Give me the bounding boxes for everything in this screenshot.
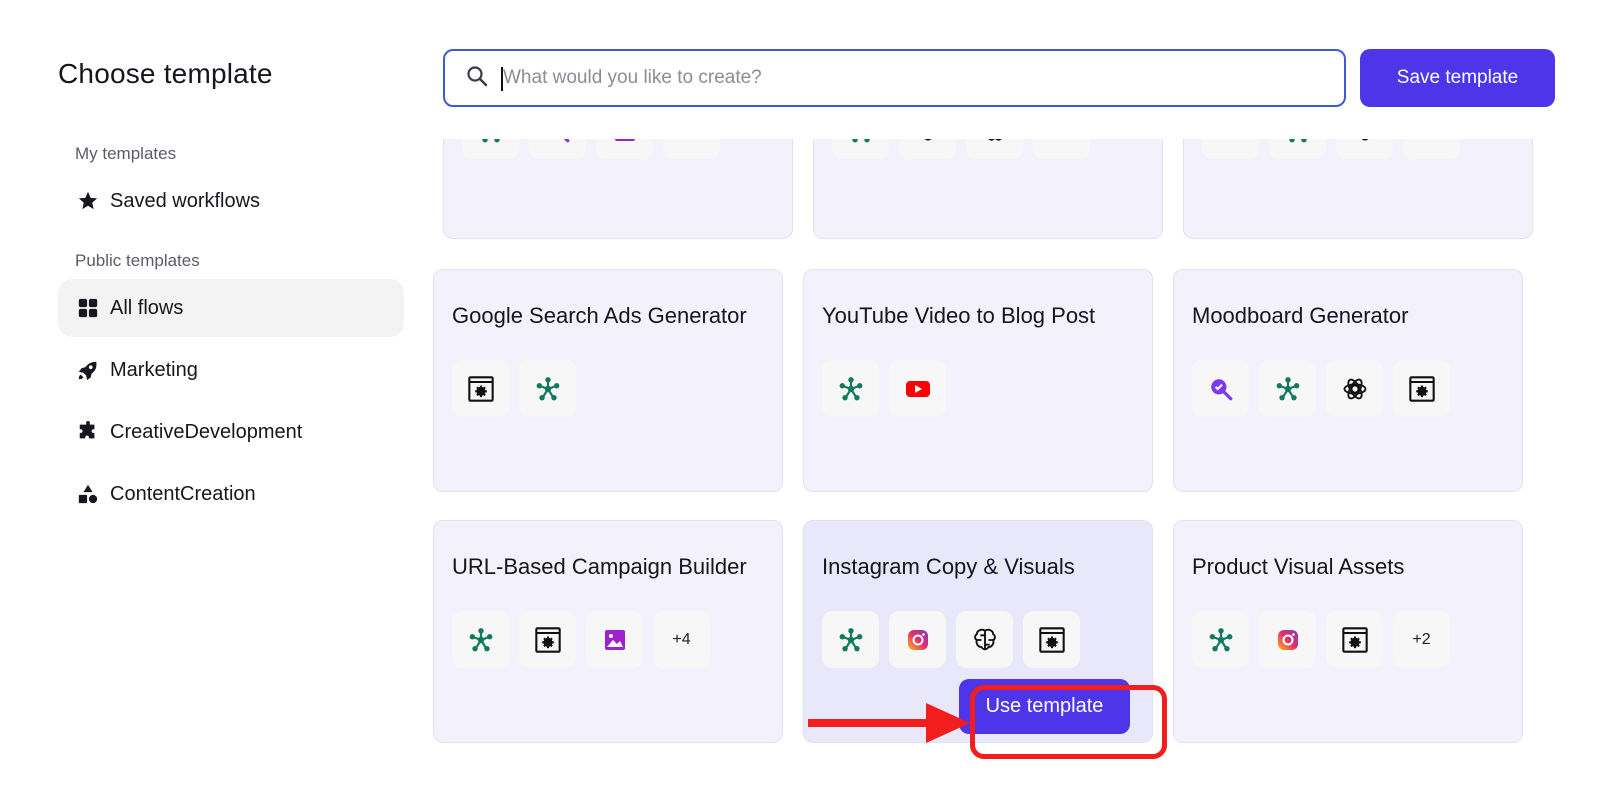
youtube-icon bbox=[889, 360, 946, 417]
openai-icon bbox=[966, 139, 1023, 159]
scraper-icon bbox=[519, 611, 576, 668]
brain-icon bbox=[899, 139, 956, 159]
template-card-product-visual[interactable]: Product Visual Assets +2 bbox=[1173, 520, 1523, 743]
sidebar-item-creative-development[interactable]: CreativeDevelopment bbox=[58, 403, 404, 461]
more-count: +2 bbox=[1393, 611, 1450, 668]
template-card-partial[interactable]: +4 bbox=[443, 139, 793, 239]
sidebar-item-all-flows[interactable]: All flows bbox=[58, 279, 404, 337]
instagram-icon bbox=[1259, 611, 1316, 668]
scraper-icon bbox=[1326, 611, 1383, 668]
molecule-icon bbox=[1259, 360, 1316, 417]
card-title: YouTube Video to Blog Post bbox=[822, 303, 1096, 328]
card-title: Product Visual Assets bbox=[1192, 554, 1405, 579]
sidebar-item-saved-workflows[interactable]: Saved workflows bbox=[58, 172, 404, 230]
template-card-moodboard[interactable]: Moodboard Generator bbox=[1173, 269, 1523, 492]
image-icon bbox=[586, 611, 643, 668]
template-card-partial[interactable]: +3 bbox=[813, 139, 1163, 239]
annotation-arrow-icon bbox=[808, 703, 970, 743]
instagram-icon bbox=[889, 611, 946, 668]
card-title: Google Search Ads Generator bbox=[452, 303, 747, 328]
search-icon bbox=[465, 64, 489, 93]
template-card-partial[interactable]: +2 bbox=[1183, 139, 1533, 239]
scraper-icon bbox=[1023, 611, 1080, 668]
more-count: +3 bbox=[1033, 139, 1090, 159]
sidebar-item-label: All flows bbox=[110, 296, 184, 319]
sidebar-item-label: ContentCreation bbox=[110, 482, 256, 505]
use-template-button[interactable]: Use template bbox=[959, 679, 1130, 734]
card-title: URL-Based Campaign Builder bbox=[452, 554, 747, 579]
my-templates-label: My templates bbox=[75, 144, 177, 163]
search-check-icon bbox=[529, 139, 586, 159]
molecule-icon bbox=[832, 139, 889, 159]
sidebar-item-label: Marketing bbox=[110, 358, 198, 381]
molecule-icon bbox=[462, 139, 519, 159]
grid-icon bbox=[76, 296, 100, 320]
search-input[interactable] bbox=[503, 67, 1323, 89]
card-title: Moodboard Generator bbox=[1192, 303, 1409, 328]
star-icon bbox=[76, 189, 100, 213]
page-title: Choose template bbox=[58, 58, 273, 89]
more-count: +2 bbox=[1403, 139, 1460, 159]
molecule-icon bbox=[1269, 139, 1326, 159]
template-grid: +4 +3 +2 Google Search Ads Generator You… bbox=[430, 139, 1570, 798]
sidebar-item-label: CreativeDevelopment bbox=[110, 420, 303, 443]
more-count: +4 bbox=[663, 139, 720, 159]
more-count: +4 bbox=[653, 611, 710, 668]
molecule-icon bbox=[452, 611, 509, 668]
template-card-url-campaign[interactable]: URL-Based Campaign Builder +4 bbox=[433, 520, 783, 743]
brain-icon bbox=[1336, 139, 1393, 159]
brain-icon bbox=[956, 611, 1013, 668]
sidebar-item-label: Saved workflows bbox=[110, 189, 261, 212]
card-title: Instagram Copy & Visuals bbox=[822, 554, 1075, 579]
save-template-button[interactable]: Save template bbox=[1360, 49, 1555, 107]
search-box[interactable] bbox=[443, 49, 1346, 107]
rocket-icon bbox=[76, 358, 100, 382]
template-card-google-search-ads[interactable]: Google Search Ads Generator bbox=[433, 269, 783, 492]
scraper-icon bbox=[1393, 360, 1450, 417]
leaf-icon bbox=[1202, 139, 1259, 159]
molecule-icon bbox=[822, 360, 879, 417]
search-check-icon bbox=[1192, 360, 1249, 417]
molecule-icon bbox=[822, 611, 879, 668]
molecule-icon bbox=[519, 360, 576, 417]
shapes-icon bbox=[76, 482, 100, 506]
sidebar-item-content-creation[interactable]: ContentCreation bbox=[58, 465, 404, 523]
sidebar-item-marketing[interactable]: Marketing bbox=[58, 341, 404, 399]
template-card-youtube-blog[interactable]: YouTube Video to Blog Post bbox=[803, 269, 1153, 492]
public-templates-label: Public templates bbox=[75, 251, 200, 270]
text-caret bbox=[501, 67, 503, 91]
openai-icon bbox=[1326, 360, 1383, 417]
puzzle-icon bbox=[76, 420, 100, 444]
image-icon bbox=[596, 139, 653, 159]
scraper-icon bbox=[452, 360, 509, 417]
molecule-icon bbox=[1192, 611, 1249, 668]
